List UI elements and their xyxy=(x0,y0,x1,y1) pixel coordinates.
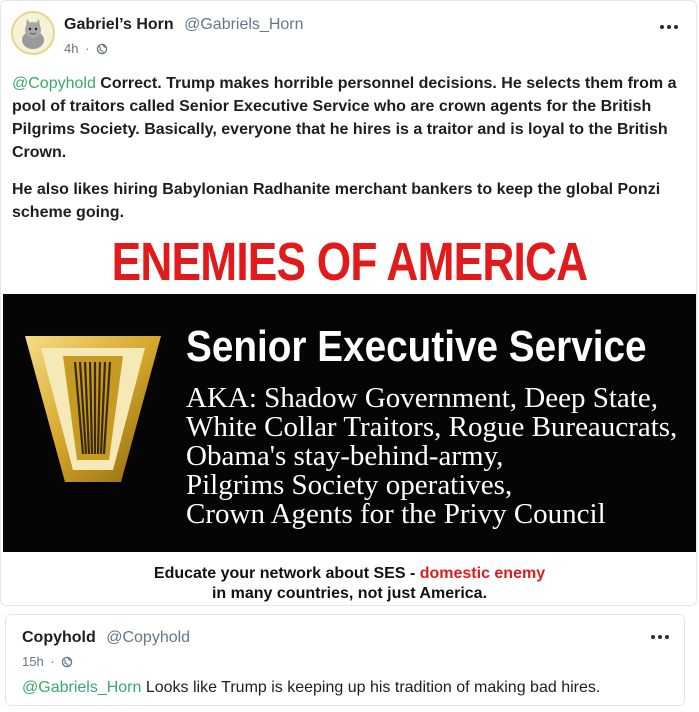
post-header: Gabriel’s Horn @Gabriels_Horn 4h · xyxy=(11,11,691,61)
ses-emblem-icon xyxy=(23,334,163,489)
image-footer-line-2: in many countries, not just America. xyxy=(211,585,488,602)
reply-more-options-icon[interactable] xyxy=(648,629,672,645)
aka-line: Pilgrims Society operatives, xyxy=(186,469,513,501)
image-footer: Educate your network about SES - domesti… xyxy=(3,564,696,604)
post-meta: 4h · xyxy=(64,41,108,58)
reply-author-line: Copyhold @Copyhold xyxy=(22,629,190,647)
aka-line: White Collar Traitors, Rogue Bureaucrats… xyxy=(186,411,678,443)
image-aka-list: AKA: Shadow Government, Deep State, Whit… xyxy=(186,384,677,529)
reply-timestamp[interactable]: 15h xyxy=(22,654,44,669)
globe-icon xyxy=(96,43,108,58)
image-headline: ENEMIES OF AMERICA xyxy=(111,232,588,292)
image-title: Senior Executive Service xyxy=(186,322,647,371)
author-line: Gabriel’s Horn @Gabriels_Horn xyxy=(64,16,304,34)
aka-line: Crown Agents for the Privy Council xyxy=(186,498,606,530)
post-paragraph-1-text: Correct. Trump makes horrible personnel … xyxy=(12,75,677,161)
post-card: Gabriel’s Horn @Gabriels_Horn 4h · @Copy… xyxy=(0,0,697,606)
image-footer-line-1: Educate your network about SES - domesti… xyxy=(3,564,696,584)
reply-body-text: Looks like Trump is keeping up his tradi… xyxy=(141,679,601,696)
reply-body: @Gabriels_Horn Looks like Trump is keepi… xyxy=(22,679,600,697)
author-handle[interactable]: @Gabriels_Horn xyxy=(184,16,303,33)
post-timestamp[interactable]: 4h xyxy=(64,41,78,56)
mention-link[interactable]: @Copyhold xyxy=(12,75,96,92)
cat-avatar-icon[interactable] xyxy=(11,11,55,55)
aka-line: AKA: Shadow Government, Deep State, xyxy=(186,382,658,414)
reply-handle[interactable]: @Copyhold xyxy=(106,629,190,646)
meta-separator: · xyxy=(50,654,55,669)
more-options-icon[interactable] xyxy=(657,19,681,35)
post-paragraph-2: He also likes hiring Babylonian Radhanit… xyxy=(12,181,661,221)
author-display-name[interactable]: Gabriel’s Horn xyxy=(64,16,174,33)
reply-mention-link[interactable]: @Gabriels_Horn xyxy=(22,679,141,696)
image-footer-prefix: Educate your network about SES - xyxy=(153,565,420,582)
post-image[interactable]: ENEMIES OF AMERICA Senior Executive Serv… xyxy=(3,230,696,605)
reply-meta: 15h · xyxy=(22,654,73,671)
image-black-band: Senior Executive Service AKA: Shadow Gov… xyxy=(3,294,696,552)
post-paragraph-1: @Copyhold Correct. Trump makes horrible … xyxy=(12,72,692,164)
aka-line: Obama's stay-behind-army, xyxy=(186,440,504,472)
post-body: @Copyhold Correct. Trump makes horrible … xyxy=(12,72,692,238)
reply-card: Copyhold @Copyhold 15h · @Gabriels_Horn … xyxy=(5,614,685,706)
reply-display-name[interactable]: Copyhold xyxy=(22,629,96,646)
meta-separator: · xyxy=(85,41,90,56)
globe-icon xyxy=(61,656,73,671)
image-footer-highlight: domestic enemy xyxy=(419,565,546,582)
